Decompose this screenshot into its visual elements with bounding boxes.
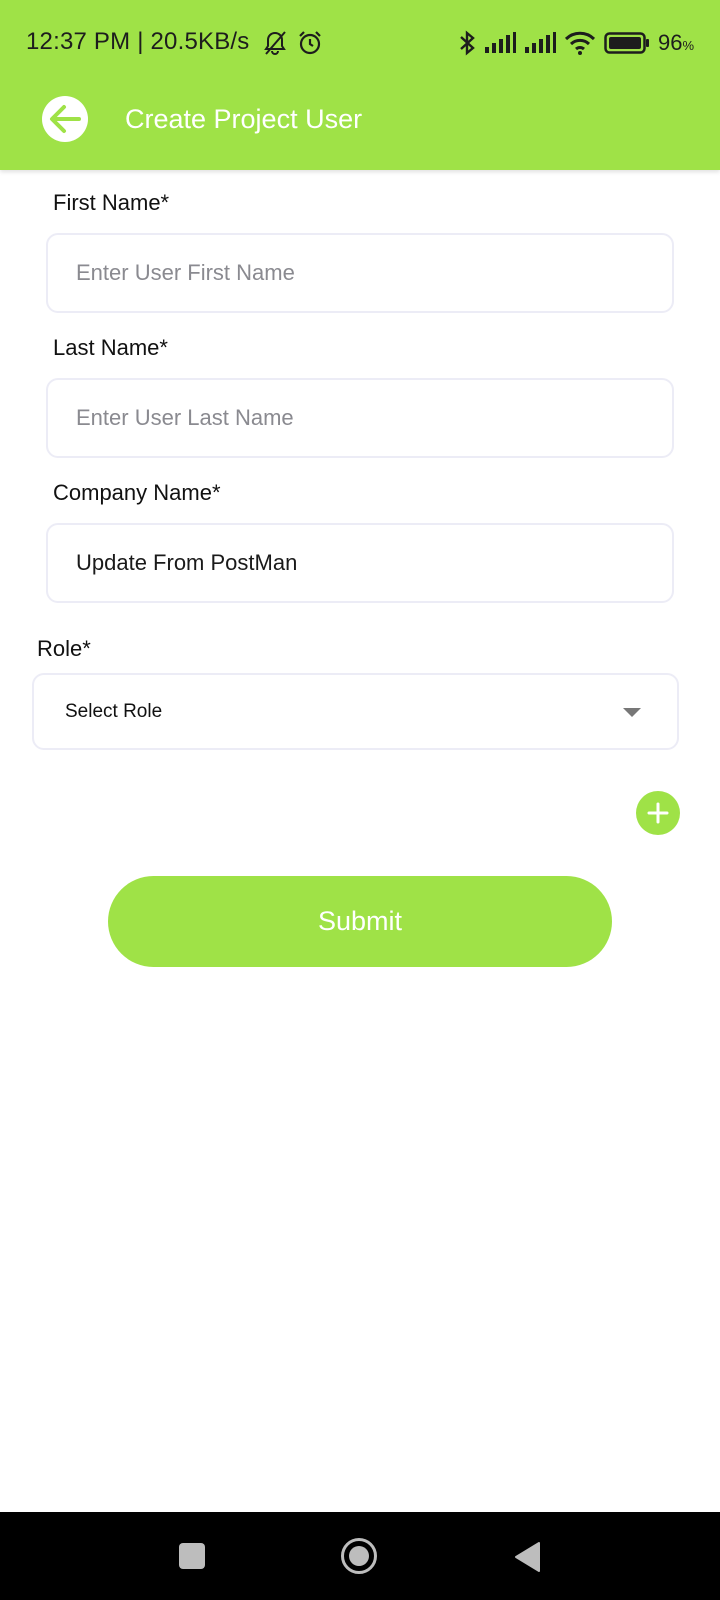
chevron-down-icon (623, 708, 641, 717)
signal-icon (484, 32, 516, 53)
submit-button[interactable]: Submit (108, 876, 612, 967)
bluetooth-icon (460, 30, 475, 56)
recent-apps-icon[interactable] (179, 1543, 205, 1569)
status-right-icons: 96% (458, 28, 694, 58)
back-arrow-icon (50, 105, 81, 133)
add-role-button[interactable] (636, 791, 680, 835)
last-name-field[interactable] (46, 378, 674, 458)
alarm-icon (299, 31, 321, 55)
role-select[interactable]: Select Role (32, 673, 679, 750)
battery-percentage: 96% (657, 30, 694, 55)
role-select-value: Select Role (65, 700, 163, 722)
app-header: 12:37 PM | 20.5KB/s 96% Create Project U… (0, 0, 720, 170)
last-name-label: Last Name* (53, 335, 168, 360)
status-left-icons (262, 28, 324, 58)
first-name-field[interactable] (46, 233, 674, 313)
home-icon[interactable] (341, 1538, 377, 1574)
status-time: 12:37 PM | 20.5KB/s (26, 28, 250, 55)
first-name-label: First Name* (53, 190, 170, 215)
back-button[interactable] (42, 96, 88, 142)
company-name-field[interactable] (46, 523, 674, 603)
plus-icon (647, 802, 669, 824)
company-name-label: Company Name* (53, 480, 221, 505)
battery-icon (604, 32, 649, 54)
role-label: Role* (37, 636, 91, 661)
wifi-icon (564, 31, 596, 55)
back-icon[interactable] (513, 1541, 541, 1573)
page-title: Create Project User (125, 104, 363, 134)
status-bar: 12:37 PM | 20.5KB/s 96% (0, 0, 720, 86)
mute-notification-icon (264, 31, 286, 55)
signal-icon (524, 32, 556, 53)
